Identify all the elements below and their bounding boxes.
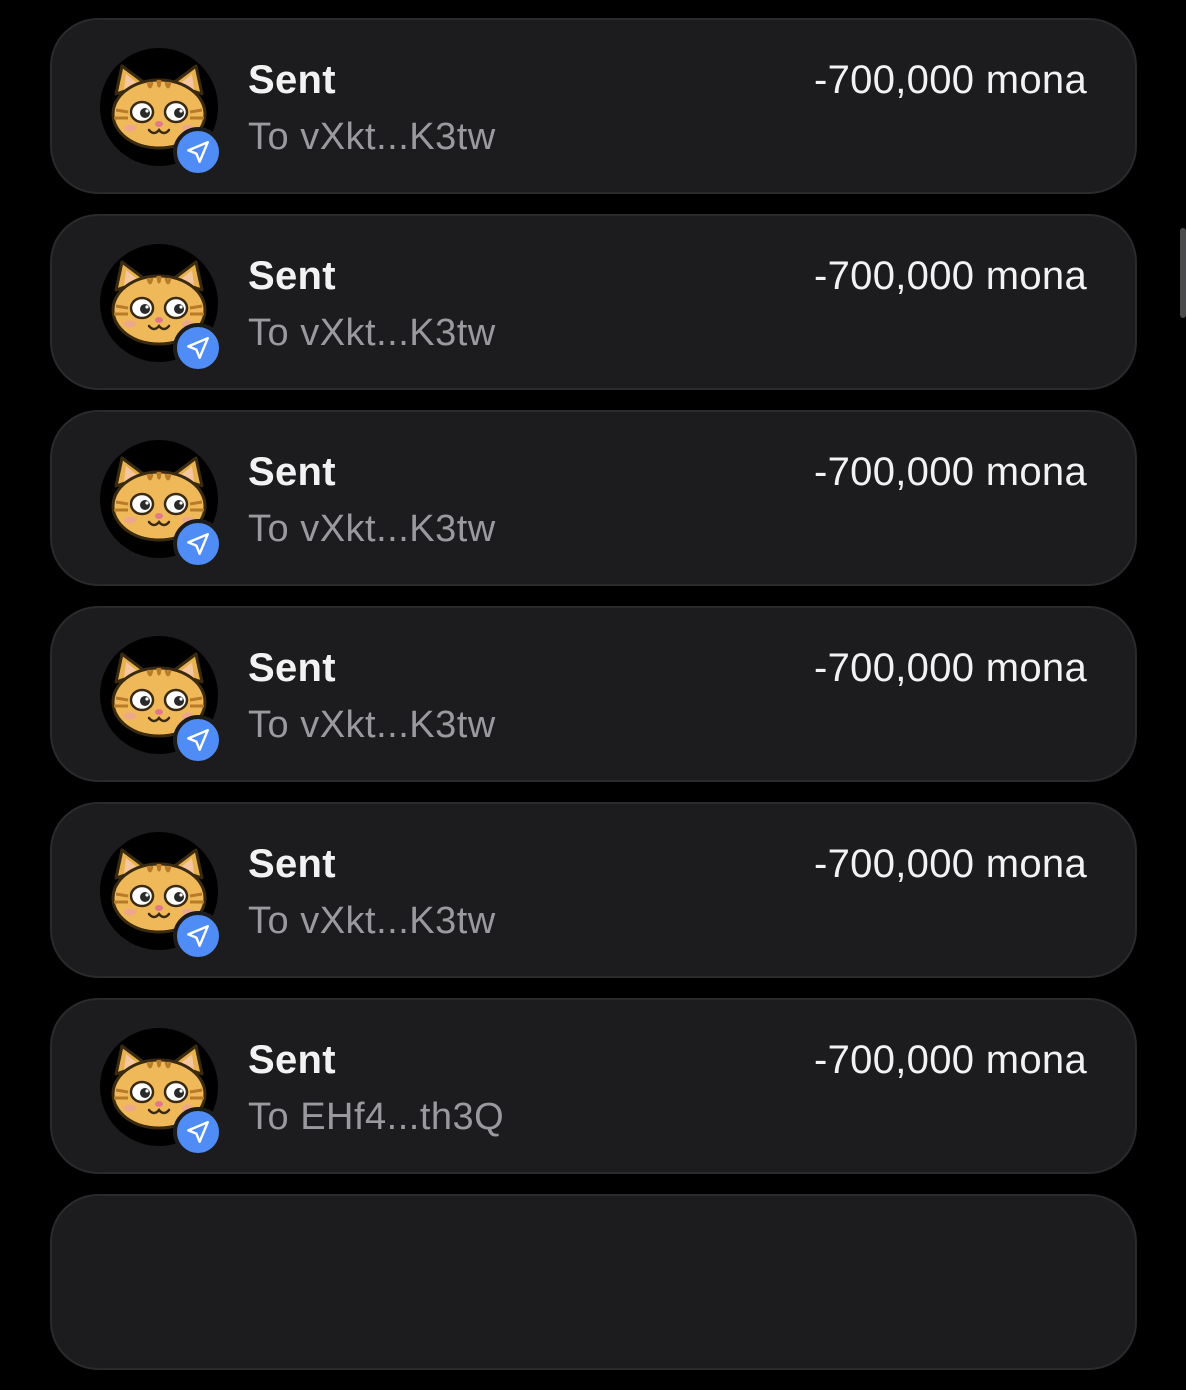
transaction-row[interactable] [50,1194,1137,1370]
transaction-row[interactable]: Sent To vXkt...K3tw -700,000 mona [50,18,1137,194]
transaction-row[interactable]: Sent To vXkt...K3tw -700,000 mona [50,214,1137,390]
transaction-amount: -700,000 mona [814,450,1087,494]
transaction-recipient: To EHf4...th3Q [248,1096,505,1138]
transaction-type: Sent [248,842,336,886]
transaction-recipient: To vXkt...K3tw [248,116,496,158]
transaction-list: Sent To vXkt...K3tw -700,000 mona Sent T… [50,18,1137,1390]
transaction-recipient: To vXkt...K3tw [248,312,496,354]
transaction-type: Sent [248,1038,336,1082]
send-arrow-icon [173,519,223,569]
transaction-row[interactable]: Sent To vXkt...K3tw -700,000 mona [50,606,1137,782]
transaction-amount: -700,000 mona [814,842,1087,886]
send-arrow-icon [173,911,223,961]
transaction-amount: -700,000 mona [814,58,1087,102]
transaction-row[interactable]: Sent To vXkt...K3tw -700,000 mona [50,802,1137,978]
send-arrow-icon [173,715,223,765]
transaction-row[interactable]: Sent To vXkt...K3tw -700,000 mona [50,410,1137,586]
transaction-row[interactable]: Sent To EHf4...th3Q -700,000 mona [50,998,1137,1174]
transaction-amount: -700,000 mona [814,254,1087,298]
transaction-recipient: To vXkt...K3tw [248,508,496,550]
send-arrow-icon [173,127,223,177]
transaction-amount: -700,000 mona [814,1038,1087,1082]
transaction-type: Sent [248,450,336,494]
transaction-amount: -700,000 mona [814,646,1087,690]
send-arrow-icon [173,1107,223,1157]
send-arrow-icon [173,323,223,373]
transaction-type: Sent [248,254,336,298]
scrollbar[interactable] [1180,228,1186,318]
transaction-recipient: To vXkt...K3tw [248,704,496,746]
transaction-type: Sent [248,58,336,102]
transaction-recipient: To vXkt...K3tw [248,900,496,942]
transaction-type: Sent [248,646,336,690]
